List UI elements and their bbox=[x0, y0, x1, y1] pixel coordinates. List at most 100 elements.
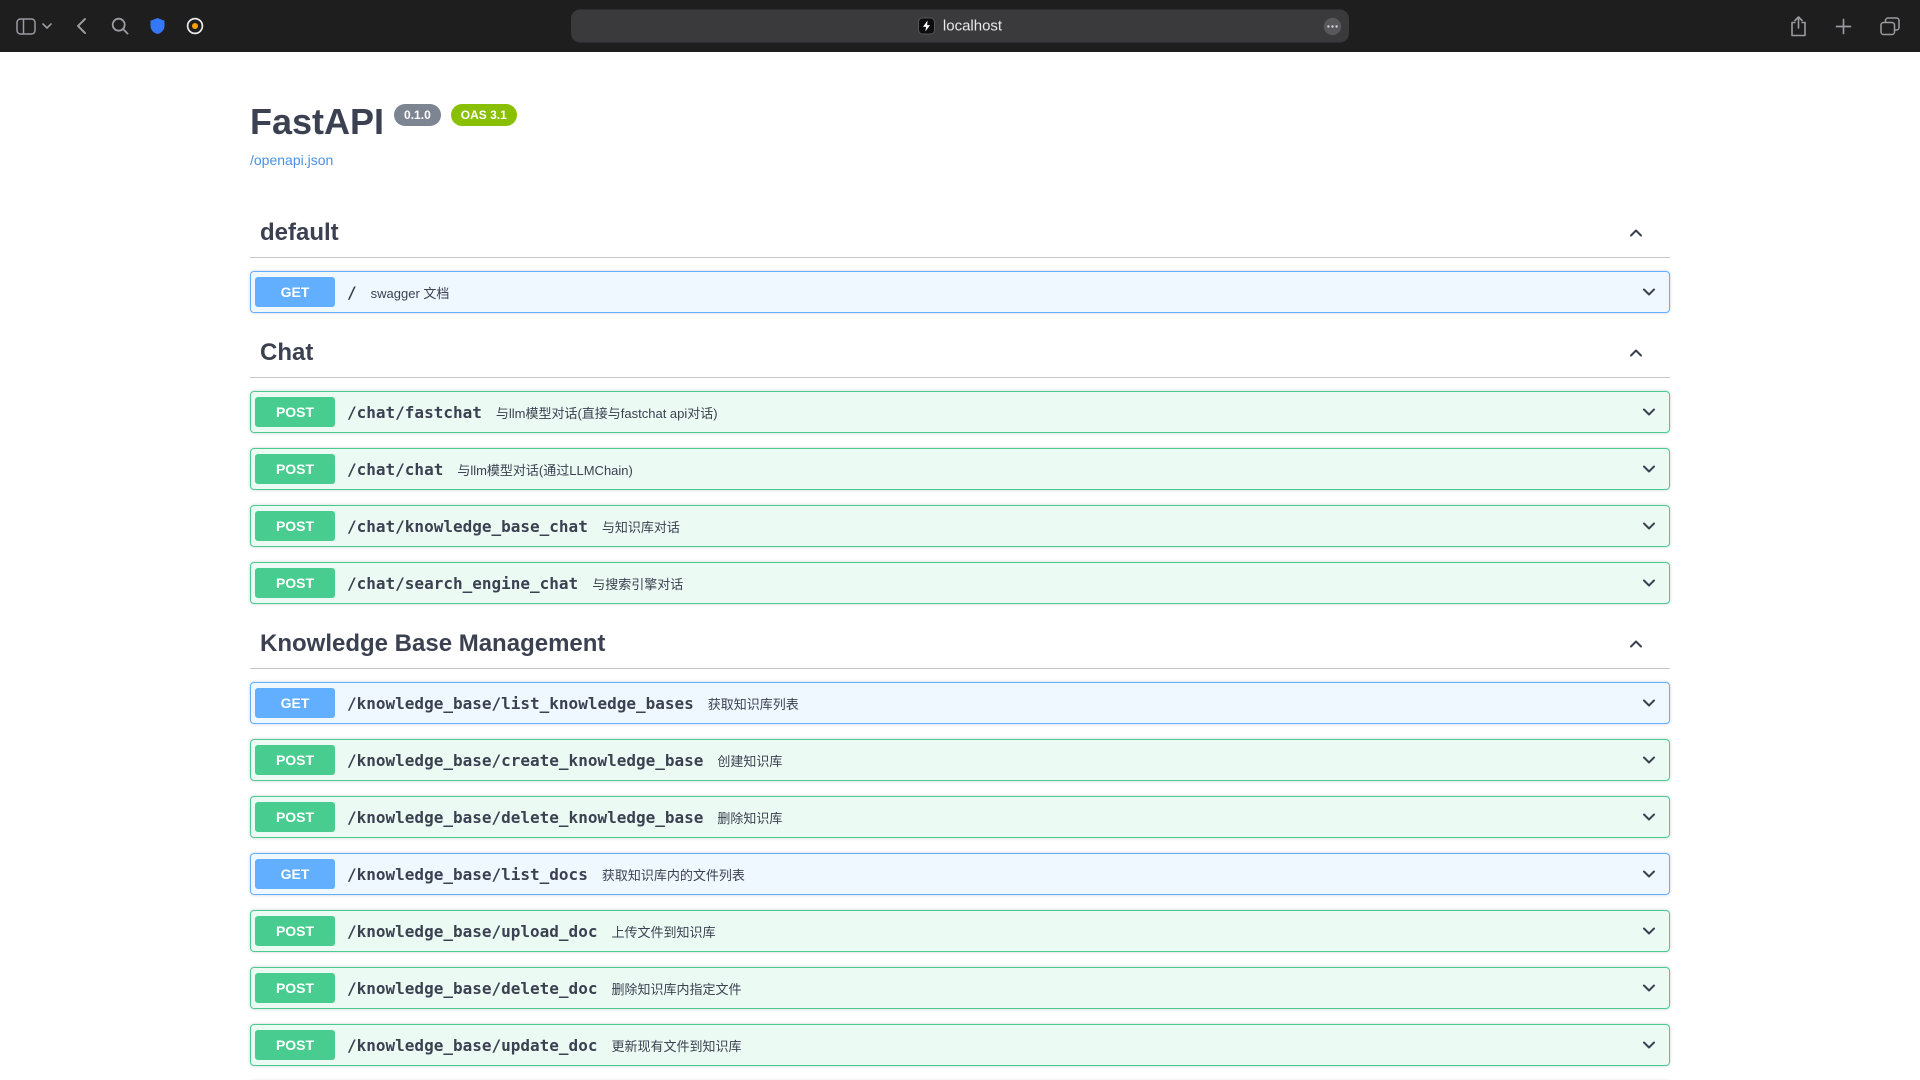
address-url: localhost bbox=[943, 18, 1002, 35]
http-method-badge: POST bbox=[255, 802, 335, 832]
extension-shield-icon[interactable] bbox=[149, 17, 166, 35]
version-badge: 0.1.0 bbox=[394, 104, 441, 126]
collapse-section-icon[interactable] bbox=[1626, 223, 1646, 243]
endpoint-path: /knowledge_base/upload_doc bbox=[347, 922, 597, 941]
expand-operation-icon[interactable] bbox=[1639, 573, 1659, 593]
http-method-badge: POST bbox=[255, 454, 335, 484]
section-title: default bbox=[260, 218, 339, 247]
endpoint-description: 与llm模型对话(通过LLMChain) bbox=[457, 460, 633, 479]
operation-summary[interactable]: POST/chat/search_engine_chat与搜索引擎对话 bbox=[251, 563, 1669, 603]
expand-operation-icon[interactable] bbox=[1639, 459, 1659, 479]
operation-row[interactable]: POST/chat/search_engine_chat与搜索引擎对话 bbox=[250, 562, 1670, 604]
tag-section: default GET/swagger 文档 bbox=[250, 208, 1670, 313]
expand-operation-icon[interactable] bbox=[1639, 516, 1659, 536]
sidebar-toggle-icon[interactable] bbox=[16, 18, 36, 35]
operation-summary[interactable]: POST/knowledge_base/upload_doc上传文件到知识库 bbox=[251, 911, 1669, 951]
collapse-section-icon[interactable] bbox=[1626, 343, 1646, 363]
operation-summary[interactable]: GET/swagger 文档 bbox=[251, 272, 1669, 312]
operation-row[interactable]: GET/knowledge_base/list_knowledge_bases获… bbox=[250, 682, 1670, 724]
new-tab-icon[interactable] bbox=[1835, 18, 1852, 35]
operation-row[interactable]: POST/chat/chat 与llm模型对话(通过LLMChain) bbox=[250, 448, 1670, 490]
http-method-badge: POST bbox=[255, 511, 335, 541]
http-method-badge: POST bbox=[255, 1030, 335, 1060]
address-bar[interactable]: localhost bbox=[571, 10, 1349, 43]
search-icon[interactable] bbox=[111, 17, 129, 35]
expand-operation-icon[interactable] bbox=[1639, 282, 1659, 302]
page-title: FastAPI 0.1.0 OAS 3.1 bbox=[250, 102, 1670, 142]
endpoint-description: 与知识库对话 bbox=[602, 517, 680, 536]
sections: default GET/swagger 文档 Chat POST/chat/fastc… bbox=[250, 208, 1670, 1080]
expand-operation-icon[interactable] bbox=[1639, 402, 1659, 422]
endpoint-path: /chat/search_engine_chat bbox=[347, 574, 578, 593]
endpoint-description: 删除知识库内指定文件 bbox=[611, 979, 741, 998]
endpoint-description: 获取知识库内的文件列表 bbox=[602, 865, 745, 884]
operation-summary[interactable]: GET/knowledge_base/list_knowledge_bases获… bbox=[251, 683, 1669, 723]
back-icon[interactable] bbox=[76, 17, 87, 35]
toolbar-left-group bbox=[16, 0, 204, 52]
endpoint-path: /chat/knowledge_base_chat bbox=[347, 517, 588, 536]
site-favicon bbox=[918, 18, 935, 35]
tag-section: Knowledge Base Management GET/knowledge_b… bbox=[250, 619, 1670, 1080]
operation-summary[interactable]: POST/chat/fastchat 与llm模型对话(直接与fastchat a… bbox=[251, 392, 1669, 432]
expand-operation-icon[interactable] bbox=[1639, 864, 1659, 884]
expand-operation-icon[interactable] bbox=[1639, 978, 1659, 998]
api-info: FastAPI 0.1.0 OAS 3.1 /openapi.json bbox=[250, 52, 1670, 170]
browser-toolbar: localhost bbox=[0, 0, 1920, 52]
operation-summary[interactable]: POST/knowledge_base/update_doc 更新现有文件到知识库 bbox=[251, 1025, 1669, 1065]
operation-summary[interactable]: POST/chat/knowledge_base_chat 与知识库对话 bbox=[251, 506, 1669, 546]
section-header-knowledge-base-management[interactable]: Knowledge Base Management bbox=[250, 619, 1670, 669]
section-header-default[interactable]: default bbox=[250, 208, 1670, 258]
operation-summary[interactable]: POST/chat/chat 与llm模型对话(通过LLMChain) bbox=[251, 449, 1669, 489]
endpoint-path: /knowledge_base/delete_knowledge_base bbox=[347, 808, 703, 827]
http-method-badge: POST bbox=[255, 397, 335, 427]
extension-ring-icon[interactable] bbox=[186, 17, 204, 35]
operation-row[interactable]: POST/knowledge_base/upload_doc上传文件到知识库 bbox=[250, 910, 1670, 952]
endpoint-description: 与llm模型对话(直接与fastchat api对话) bbox=[496, 403, 718, 422]
http-method-badge: GET bbox=[255, 859, 335, 889]
operation-row[interactable]: POST/knowledge_base/delete_knowledge_bas… bbox=[250, 796, 1670, 838]
operation-summary[interactable]: POST/knowledge_base/create_knowledge_bas… bbox=[251, 740, 1669, 780]
expand-operation-icon[interactable] bbox=[1639, 921, 1659, 941]
page-options-ellipsis-icon[interactable] bbox=[1323, 17, 1342, 36]
section-header-chat[interactable]: Chat bbox=[250, 328, 1670, 378]
expand-operation-icon[interactable] bbox=[1639, 807, 1659, 827]
operation-row[interactable]: POST/chat/fastchat 与llm模型对话(直接与fastchat a… bbox=[250, 391, 1670, 433]
operation-row[interactable]: POST/knowledge_base/create_knowledge_bas… bbox=[250, 739, 1670, 781]
endpoint-path: /chat/chat bbox=[347, 460, 443, 479]
endpoint-description: 上传文件到知识库 bbox=[611, 922, 715, 941]
operation-summary[interactable]: GET/knowledge_base/list_docs 获取知识库内的文件列表 bbox=[251, 854, 1669, 894]
http-method-badge: POST bbox=[255, 745, 335, 775]
operation-row[interactable]: GET/swagger 文档 bbox=[250, 271, 1670, 313]
operation-row[interactable]: POST/knowledge_base/update_doc 更新现有文件到知识库 bbox=[250, 1024, 1670, 1066]
tag-section: Chat POST/chat/fastchat 与llm模型对话(直接与fastch… bbox=[250, 328, 1670, 604]
operation-summary[interactable]: POST/knowledge_base/delete_knowledge_bas… bbox=[251, 797, 1669, 837]
endpoint-path: /knowledge_base/update_doc bbox=[347, 1036, 597, 1055]
operation-row[interactable]: POST/knowledge_base/delete_doc删除知识库内指定文件 bbox=[250, 967, 1670, 1009]
expand-operation-icon[interactable] bbox=[1639, 1035, 1659, 1055]
toolbar-right-group bbox=[1790, 0, 1900, 52]
endpoint-description: 创建知识库 bbox=[717, 751, 782, 770]
endpoint-description: 更新现有文件到知识库 bbox=[611, 1036, 741, 1055]
expand-operation-icon[interactable] bbox=[1639, 750, 1659, 770]
endpoint-description: 与搜索引擎对话 bbox=[592, 574, 683, 593]
expand-operation-icon[interactable] bbox=[1639, 693, 1659, 713]
operation-row[interactable]: POST/chat/knowledge_base_chat 与知识库对话 bbox=[250, 505, 1670, 547]
openapi-spec-link[interactable]: /openapi.json bbox=[250, 150, 333, 170]
tab-overview-icon[interactable] bbox=[1880, 17, 1900, 36]
endpoint-path: /knowledge_base/list_docs bbox=[347, 865, 588, 884]
chevron-down-icon[interactable] bbox=[42, 23, 52, 30]
http-method-badge: POST bbox=[255, 973, 335, 1003]
endpoint-description: 获取知识库列表 bbox=[708, 694, 799, 713]
endpoint-path: /chat/fastchat bbox=[347, 403, 482, 422]
endpoint-path: / bbox=[347, 283, 357, 302]
section-title: Knowledge Base Management bbox=[260, 629, 605, 658]
operation-row[interactable]: GET/knowledge_base/list_docs 获取知识库内的文件列表 bbox=[250, 853, 1670, 895]
swagger-page: FastAPI 0.1.0 OAS 3.1 /openapi.json defa… bbox=[0, 52, 1920, 1080]
http-method-badge: GET bbox=[255, 688, 335, 718]
oas-badge: OAS 3.1 bbox=[451, 104, 517, 126]
operation-summary[interactable]: POST/knowledge_base/delete_doc删除知识库内指定文件 bbox=[251, 968, 1669, 1008]
section-title: Chat bbox=[260, 338, 313, 367]
share-icon[interactable] bbox=[1790, 16, 1807, 37]
collapse-section-icon[interactable] bbox=[1626, 634, 1646, 654]
endpoint-description: 删除知识库 bbox=[717, 808, 782, 827]
